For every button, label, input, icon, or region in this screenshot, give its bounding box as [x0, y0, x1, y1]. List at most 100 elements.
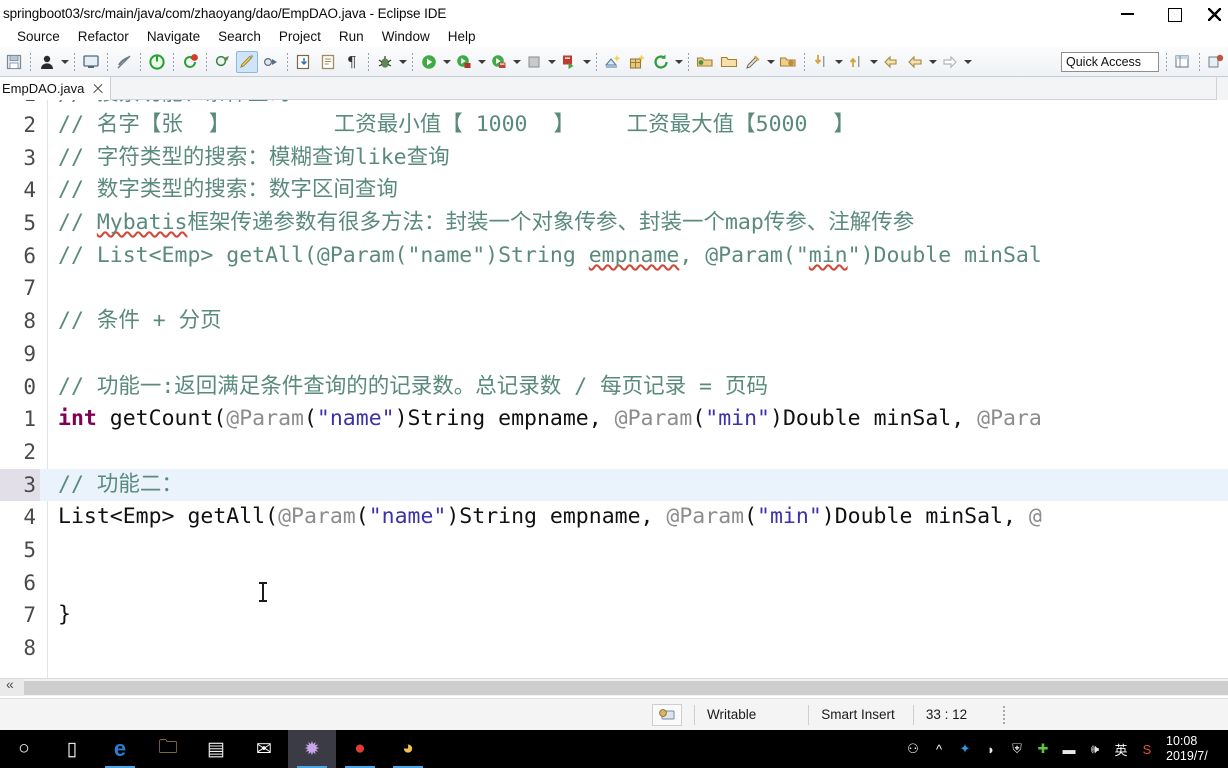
- menu-item-navigate[interactable]: Navigate: [138, 28, 209, 45]
- export-icon[interactable]: [293, 51, 315, 73]
- status-bar-handle[interactable]: [1003, 705, 1006, 724]
- code-line[interactable]: 0 // 功能一:返回满足条件查询的的记录数。总记录数 / 每页记录 = 页码: [0, 371, 1228, 404]
- stop-dropdown-arrow[interactable]: [546, 52, 557, 72]
- ime-language-icon[interactable]: 英: [1108, 730, 1134, 768]
- back-icon[interactable]: [904, 51, 926, 73]
- run-last-dropdown-arrow[interactable]: [581, 52, 592, 72]
- back-dropdown-arrow[interactable]: [927, 52, 938, 72]
- highlight-pen-icon[interactable]: [236, 50, 258, 73]
- refresh-icon[interactable]: [650, 51, 672, 73]
- paragraph-icon[interactable]: ¶: [341, 51, 363, 73]
- minimize-button[interactable]: [1106, 0, 1152, 27]
- document-icon[interactable]: [317, 51, 339, 73]
- person-icon[interactable]: [36, 51, 58, 73]
- run-dropdown-arrow[interactable]: [441, 52, 452, 72]
- battery-icon[interactable]: ▬: [1056, 730, 1082, 768]
- code-editor[interactable]: 1 // 搜索功能、条件查询 2 // 名字【张 】 工资最小值【 1000 】 工资…: [0, 100, 1228, 678]
- code-line[interactable]: 4 // 数字类型的搜索：数字区间查询: [0, 174, 1228, 207]
- refresh-dropdown-arrow[interactable]: [673, 52, 684, 72]
- cortana-icon[interactable]: ○: [0, 730, 48, 768]
- bluetooth-icon[interactable]: ✦: [952, 730, 978, 768]
- menu-item-project[interactable]: Project: [270, 28, 330, 45]
- scroll-left-arrow-icon[interactable]: [0, 676, 24, 696]
- file-explorer-icon[interactable]: 🗀: [144, 730, 192, 768]
- rocket-dropdown-arrow[interactable]: [765, 52, 776, 72]
- wifi-icon[interactable]: ◗: [978, 730, 1004, 768]
- coverage-dropdown-arrow[interactable]: [511, 52, 522, 72]
- step-into-dropdown-arrow[interactable]: [833, 52, 844, 72]
- run-green-dropdown-arrow[interactable]: [476, 52, 487, 72]
- sogou-input-icon[interactable]: S: [1134, 730, 1160, 768]
- microsoft-store-icon[interactable]: ▤: [192, 730, 240, 768]
- eclipse-ide-icon[interactable]: ✹: [288, 730, 336, 768]
- step-out-dropdown-arrow[interactable]: [868, 52, 879, 72]
- terminal-icon[interactable]: [80, 51, 102, 73]
- code-line[interactable]: 4 List<Emp> getAll(@Param("name")String e…: [0, 501, 1228, 534]
- step-into-icon[interactable]: [810, 51, 832, 73]
- stop-icon[interactable]: [523, 51, 545, 73]
- forward-icon[interactable]: [939, 51, 961, 73]
- code-line[interactable]: 7: [0, 272, 1228, 305]
- rocket-icon[interactable]: [742, 51, 764, 73]
- volume-icon[interactable]: 🕪: [1082, 730, 1108, 768]
- person-dropdown-arrow[interactable]: [59, 52, 70, 72]
- menu-item-source[interactable]: Source: [8, 28, 69, 45]
- show-hidden-icons-chevron[interactable]: ^: [926, 730, 952, 768]
- scrollbar-thumb[interactable]: [24, 680, 1228, 695]
- menu-item-help[interactable]: Help: [439, 28, 485, 45]
- code-line[interactable]: 5 // Mybatis框架传递参数有很多方法：封装一个对象传参、封装一个map传…: [0, 207, 1228, 240]
- editor-tab-empdao[interactable]: EmpDAO.java: [0, 77, 112, 100]
- code-line[interactable]: 5: [0, 534, 1228, 567]
- run-last-icon[interactable]: [558, 51, 580, 73]
- code-line[interactable]: 6: [0, 567, 1228, 600]
- navicat-icon[interactable]: ◕: [384, 730, 432, 768]
- code-line[interactable]: 8 // 条件 + 分页: [0, 305, 1228, 338]
- annotation-icon[interactable]: [212, 51, 234, 73]
- folder-alt-icon[interactable]: [777, 51, 799, 73]
- code-line[interactable]: 2 // 名字【张 】 工资最小值【 1000 】 工资最大值【5000 】: [0, 109, 1228, 142]
- code-line[interactable]: 9: [0, 338, 1228, 371]
- menu-item-refactor[interactable]: Refactor: [69, 28, 138, 45]
- windows-defender-icon[interactable]: ⛨: [1004, 730, 1030, 768]
- debug-bug-icon[interactable]: [374, 51, 396, 73]
- task-view-icon[interactable]: ▯: [48, 730, 96, 768]
- power-icon[interactable]: [146, 51, 168, 73]
- code-line[interactable]: 7}: [0, 599, 1228, 632]
- step-out-icon[interactable]: [845, 51, 867, 73]
- edge-browser-icon[interactable]: e: [96, 730, 144, 768]
- code-line[interactable]: 1 // 搜索功能、条件查询: [0, 100, 1228, 109]
- code-line[interactable]: 8: [0, 632, 1228, 665]
- debug-dropdown-arrow[interactable]: [397, 52, 408, 72]
- refresh-cycle-icon[interactable]: [179, 51, 201, 73]
- code-line[interactable]: 3 // 字符类型的搜索：模糊查询like查询: [0, 142, 1228, 175]
- forward-dropdown-arrow[interactable]: [962, 52, 973, 72]
- new-package-icon[interactable]: [626, 51, 648, 73]
- coverage-icon[interactable]: [488, 51, 510, 73]
- java-perspective-icon[interactable]: [1205, 51, 1227, 73]
- people-icon[interactable]: ⚇: [900, 730, 926, 768]
- close-button[interactable]: [1198, 0, 1228, 27]
- no-link-icon[interactable]: [113, 51, 135, 73]
- folder-icon[interactable]: [718, 51, 740, 73]
- open-folder-icon[interactable]: [694, 51, 716, 73]
- mail-icon[interactable]: ✉: [240, 730, 288, 768]
- open-perspective-icon[interactable]: [1172, 51, 1194, 73]
- code-line[interactable]: 1 int getCount(@Param("name")String empna…: [0, 403, 1228, 436]
- taskbar-clock[interactable]: 10:08 2019/7/: [1160, 730, 1228, 768]
- next-annotation-icon[interactable]: [260, 51, 282, 73]
- quick-access-input[interactable]: Quick Access: [1061, 51, 1159, 72]
- menu-item-search[interactable]: Search: [209, 28, 270, 45]
- menu-item-run[interactable]: Run: [330, 28, 373, 45]
- code-line[interactable]: 6 // List<Emp> getAll(@Param("name")Strin…: [0, 240, 1228, 273]
- screen-recorder-icon[interactable]: ●: [336, 730, 384, 768]
- save-icon[interactable]: [3, 51, 25, 73]
- green-plus-icon[interactable]: ✚: [1030, 730, 1056, 768]
- new-class-icon[interactable]: [602, 51, 624, 73]
- code-line[interactable]: 3 // 功能二：: [0, 468, 1228, 502]
- code-line[interactable]: 2: [0, 436, 1228, 469]
- run-icon[interactable]: [418, 51, 440, 73]
- editor-horizontal-scrollbar[interactable]: [0, 676, 1228, 696]
- run-green-icon[interactable]: [453, 51, 475, 73]
- close-icon[interactable]: [91, 82, 104, 95]
- menu-item-window[interactable]: Window: [373, 28, 439, 45]
